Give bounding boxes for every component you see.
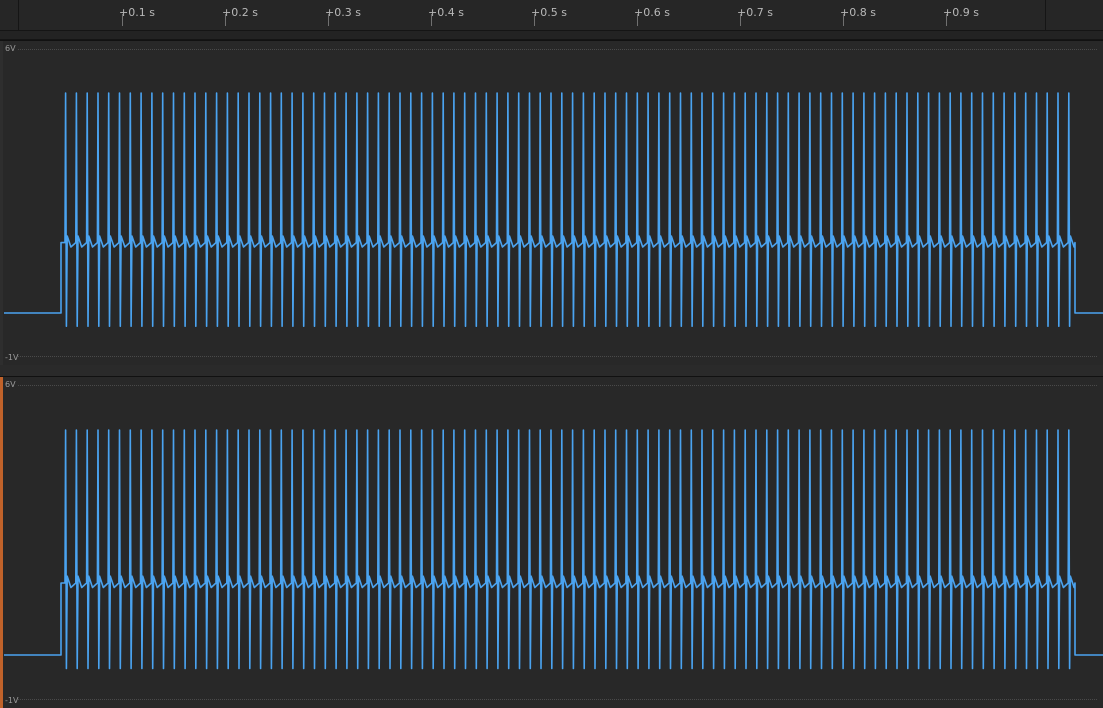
time-tick: +0.1 s <box>119 0 155 30</box>
time-tick: +0.2 s <box>222 0 258 30</box>
ruler-gutter <box>0 0 19 30</box>
time-tick-label: +0.3 s <box>325 6 361 19</box>
time-tick: +0.3 s <box>325 0 361 30</box>
time-tick-label: +0.6 s <box>634 6 670 19</box>
time-tick: +0.6 s <box>634 0 670 30</box>
channel-2-panel[interactable]: 6V -1V <box>0 376 1103 708</box>
time-tick-label: +0.7 s <box>737 6 773 19</box>
timeline-strip[interactable] <box>0 31 1103 40</box>
channel-1-panel[interactable]: 6V -1V <box>0 40 1103 365</box>
time-tick-label: +0.9 s <box>943 6 979 19</box>
time-tick-label: +0.2 s <box>222 6 258 19</box>
signal-trace <box>4 429 1103 670</box>
channel-1-waveform <box>4 92 1103 327</box>
time-tick: +0.9 s <box>943 0 979 30</box>
time-tick-label: +0.5 s <box>531 6 567 19</box>
time-tick: +0.7 s <box>737 0 773 30</box>
time-tick: +0.8 s <box>840 0 876 30</box>
time-tick-label: +0.1 s <box>119 6 155 19</box>
time-tick-label: +0.8 s <box>840 6 876 19</box>
time-tick-label: +0.4 s <box>428 6 464 19</box>
ruler-end-marker <box>1045 0 1046 30</box>
time-tick: +0.5 s <box>531 0 567 30</box>
time-ruler[interactable]: +0.1 s +0.2 s +0.3 s +0.4 s +0.5 s +0.6 s +0.7… <box>0 0 1103 31</box>
channel-2-waveform <box>4 429 1103 670</box>
signal-trace <box>4 92 1103 327</box>
time-tick: +0.4 s <box>428 0 464 30</box>
